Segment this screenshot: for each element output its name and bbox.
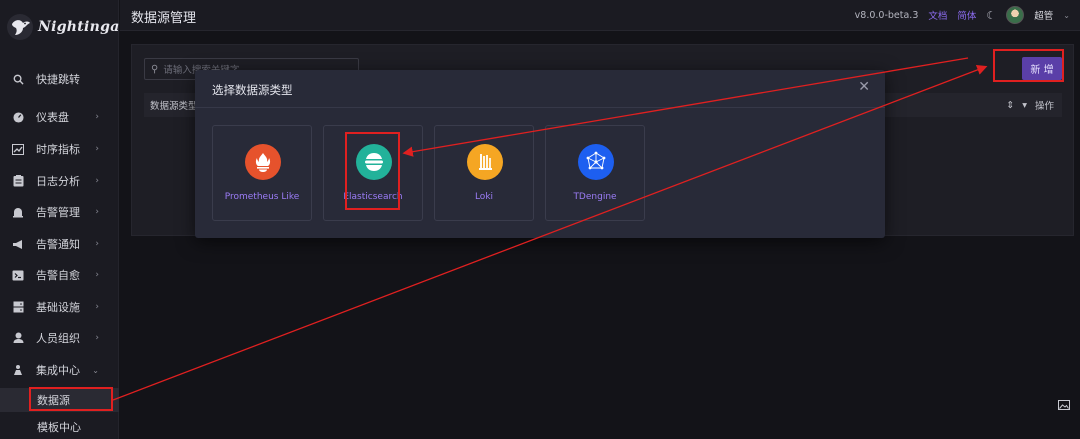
chevron-right-icon: › [95, 302, 99, 312]
user-icon [12, 332, 24, 344]
sort-icon[interactable]: ⇕ [1006, 100, 1014, 111]
search-icon [12, 73, 24, 85]
datasource-card-loki[interactable]: Loki [434, 125, 534, 221]
prometheus-icon [245, 144, 281, 180]
sidebar-item-label: 时序指标 [36, 143, 80, 156]
modal-title: 选择数据源类型 [212, 83, 293, 97]
sidebar-item-metrics[interactable]: 时序指标 › [0, 135, 119, 163]
close-icon[interactable]: ✕ [858, 79, 870, 95]
sidebar-item-label: 快捷跳转 [36, 73, 80, 86]
language-switch[interactable]: 简体 [957, 8, 976, 22]
nightingale-bird-icon [7, 14, 33, 40]
datasource-card-elasticsearch[interactable]: Elasticsearch [323, 125, 423, 221]
chevron-right-icon: › [95, 270, 99, 280]
header-actions: v8.0.0-beta.3 文档 简体 ☾ 超管 ⌄ [855, 6, 1070, 24]
loki-icon [467, 144, 503, 180]
line-chart-icon [12, 143, 24, 155]
sidebar-item-alert-management[interactable]: 告警管理 › [0, 198, 119, 226]
terminal-icon [12, 269, 24, 281]
column-header-actions-group: ⇕ ▾ 操作 [1006, 98, 1054, 113]
chevron-right-icon: › [95, 333, 99, 343]
datasource-card-tdengine[interactable]: TDengine [545, 125, 645, 221]
column-header-actions: 操作 [1034, 101, 1054, 112]
top-header: 数据源管理 v8.0.0-beta.3 文档 简体 ☾ 超管 ⌄ [120, 0, 1080, 31]
add-datasource-button[interactable]: 新 增 [1022, 57, 1062, 80]
sidebar: Nightingale 快捷跳转 仪表盘 › 时序指标 › 日志分析 › 告警管… [0, 0, 134, 439]
user-name[interactable]: 超管 [1034, 8, 1053, 22]
sidebar-item-alert-notify[interactable]: 告警通知 › [0, 230, 119, 258]
theme-toggle-moon-icon[interactable]: ☾ [986, 9, 996, 22]
docs-link[interactable]: 文档 [928, 8, 947, 22]
sidebar-subitem-label: 数据源 [37, 394, 70, 407]
chevron-right-icon: › [95, 144, 99, 154]
alarm-bell-icon [12, 206, 24, 218]
dashboard-icon [12, 111, 24, 123]
sidebar-subitem-template-center[interactable]: 模板中心 [0, 415, 119, 439]
sidebar-subitem-label: 模板中心 [37, 421, 81, 434]
sidebar-item-logs[interactable]: 日志分析 › [0, 167, 119, 195]
select-datasource-type-modal: 选择数据源类型 ✕ Prometheus Like Elasticsearch [195, 70, 885, 238]
sidebar-item-label: 告警通知 [36, 238, 80, 251]
logo[interactable]: Nightingale [6, 10, 134, 44]
sidebar-item-integration-center[interactable]: 集成中心 ⌄ [0, 356, 119, 384]
sidebar-item-label: 基础设施 [36, 301, 80, 314]
filter-icon[interactable]: ▾ [1022, 100, 1027, 111]
sidebar-item-label: 集成中心 [36, 364, 80, 377]
chevron-down-icon: ⌄ [92, 365, 99, 375]
integration-icon [12, 364, 24, 376]
sidebar-item-label: 日志分析 [36, 175, 80, 188]
sidebar-item-label: 告警自愈 [36, 269, 80, 282]
sidebar-item-dashboard[interactable]: 仪表盘 › [0, 103, 119, 131]
image-preview-icon[interactable] [1058, 399, 1070, 411]
column-header-type[interactable]: 数据源类型 [150, 98, 198, 112]
card-label: Elasticsearch [343, 192, 403, 202]
tdengine-icon [578, 144, 614, 180]
sidebar-subitem-datasource[interactable]: 数据源 [0, 388, 119, 412]
megaphone-icon [12, 238, 24, 250]
sidebar-item-label: 仪表盘 [36, 111, 69, 124]
page-title: 数据源管理 [131, 11, 197, 26]
chevron-right-icon: › [95, 239, 99, 249]
sidebar-item-label: 人员组织 [36, 332, 80, 345]
sidebar-item-people-org[interactable]: 人员组织 › [0, 324, 119, 352]
card-label: Prometheus Like [224, 192, 300, 202]
sidebar-item-quick-jump[interactable]: 快捷跳转 [0, 65, 119, 93]
sidebar-item-infrastructure[interactable]: 基础设施 › [0, 293, 119, 321]
card-label: Loki [474, 192, 494, 202]
chevron-right-icon: › [95, 112, 99, 122]
avatar[interactable] [1006, 6, 1025, 24]
card-label: TDengine [573, 192, 617, 202]
version-label: v8.0.0-beta.3 [854, 9, 919, 21]
chevron-down-icon[interactable]: ⌄ [1063, 11, 1070, 20]
log-icon [12, 175, 24, 187]
elasticsearch-icon [356, 144, 392, 180]
modal-header: 选择数据源类型 ✕ [195, 70, 885, 108]
datasource-card-prometheus[interactable]: Prometheus Like [212, 125, 312, 221]
chevron-right-icon: › [95, 207, 99, 217]
sidebar-item-self-healing[interactable]: 告警自愈 › [0, 261, 119, 289]
server-icon [12, 301, 24, 313]
sidebar-item-label: 告警管理 [36, 206, 80, 219]
search-icon: ⚲ [151, 63, 159, 75]
chevron-right-icon: › [95, 176, 99, 186]
